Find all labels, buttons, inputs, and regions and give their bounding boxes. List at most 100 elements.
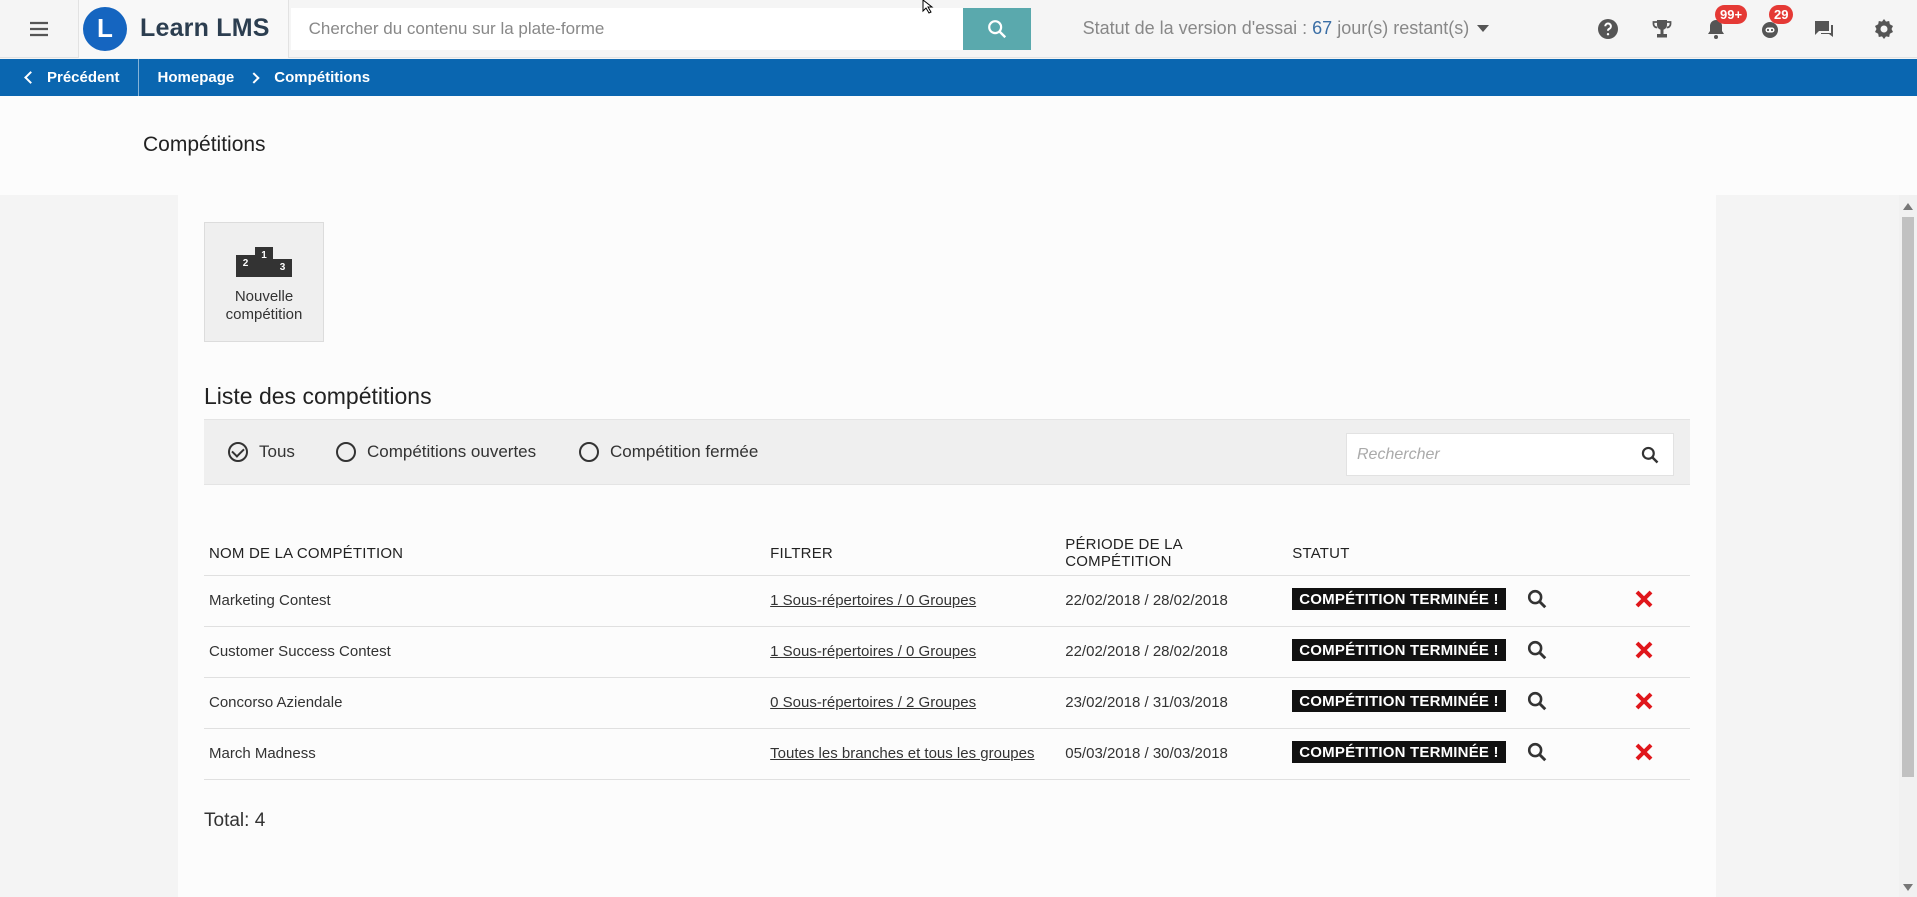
logo-mark: L <box>83 6 127 51</box>
delete-button[interactable] <box>1634 640 1654 664</box>
robot-messages-button[interactable]: 29 <box>1743 0 1797 58</box>
table-row: March Madness Toutes les branches et tou… <box>204 728 1690 780</box>
new-competition-label: Nouvelle compétition <box>205 288 323 324</box>
view-button[interactable] <box>1526 639 1548 665</box>
period-cell: 23/02/2018 / 31/03/2018 <box>1060 677 1288 729</box>
new-competition-label-line2: compétition <box>225 306 303 323</box>
list-search <box>1346 433 1674 476</box>
scroll-up-icon[interactable] <box>1903 203 1913 210</box>
help-button[interactable] <box>1581 0 1635 58</box>
chat-button[interactable] <box>1797 0 1851 58</box>
svg-text:2: 2 <box>243 258 249 269</box>
robot-badge: 29 <box>1769 5 1794 24</box>
breadcrumb-current: Compétitions <box>274 69 371 86</box>
col-header-filter[interactable]: FILTRER <box>765 532 1061 576</box>
new-competition-label-line1: Nouvelle <box>234 288 294 305</box>
logo[interactable]: L Learn LMS <box>78 0 289 58</box>
trial-prefix: Statut de la version d'essai : <box>1082 18 1308 38</box>
table-row: Concorso Aziendale 0 Sous-répertoires / … <box>204 677 1690 729</box>
page-scrollbar[interactable] <box>1899 195 1917 897</box>
app-name: Learn LMS <box>140 14 270 42</box>
status-cell: COMPÉTITION TERMINÉE ! <box>1287 626 1553 678</box>
actions-cell <box>1552 728 1690 780</box>
trial-suffix: jour(s) restant(s) <box>1337 18 1470 38</box>
list-search-input[interactable] <box>1347 434 1627 475</box>
filter-cell: 0 Sous-répertoires / 2 Groupes <box>765 677 1061 729</box>
magnifier-icon <box>1527 640 1547 659</box>
delete-button[interactable] <box>1634 589 1654 613</box>
search-icon <box>987 19 1006 38</box>
filter-link[interactable]: 1 Sous-répertoires / 0 Groupes <box>770 643 976 660</box>
filter-closed-label: Compétition fermée <box>610 442 759 461</box>
status-badge: COMPÉTITION TERMINÉE ! <box>1292 741 1506 764</box>
menu-button[interactable] <box>0 0 78 58</box>
status-badge: COMPÉTITION TERMINÉE ! <box>1292 588 1506 611</box>
total-value: 4 <box>254 810 266 831</box>
col-header-actions <box>1552 532 1690 576</box>
global-search-button[interactable] <box>962 7 1031 50</box>
competition-name: Concorso Aziendale <box>204 677 766 729</box>
view-button[interactable] <box>1526 588 1548 614</box>
table-row: Marketing Contest 1 Sous-répertoires / 0… <box>204 575 1690 627</box>
view-button[interactable] <box>1526 741 1548 767</box>
back-button[interactable]: Précédent <box>0 59 139 96</box>
gear-icon <box>1875 19 1893 39</box>
settings-button[interactable] <box>1851 0 1917 58</box>
global-search-input[interactable] <box>290 7 963 50</box>
top-header: L Learn LMS Statut de la version d'essai… <box>0 0 1917 58</box>
scroll-thumb[interactable] <box>1902 217 1914 777</box>
breadcrumb-home[interactable]: Homepage <box>139 69 235 86</box>
filter-link[interactable]: Toutes les branches et tous les groupes <box>770 745 1034 762</box>
title-band: Compétitions <box>0 96 1917 195</box>
chevron-left-icon <box>24 71 37 84</box>
close-icon <box>1635 641 1653 658</box>
trophy-button[interactable] <box>1635 0 1689 58</box>
period-cell: 05/03/2018 / 30/03/2018 <box>1060 728 1288 780</box>
delete-button[interactable] <box>1634 691 1654 715</box>
actions-cell <box>1552 626 1690 678</box>
magnifier-icon <box>1527 742 1547 761</box>
col-header-status[interactable]: STATUT <box>1287 532 1553 576</box>
scroll-down-icon[interactable] <box>1903 884 1913 891</box>
filter-open-label: Compétitions ouvertes <box>367 442 537 461</box>
filter-closed-radio[interactable]: Compétition fermée <box>579 442 758 462</box>
competition-name: Customer Success Contest <box>204 626 766 678</box>
hamburger-icon <box>30 21 48 36</box>
new-competition-button[interactable]: 1 2 3 Nouvelle compétition <box>204 222 324 342</box>
status-cell: COMPÉTITION TERMINÉE ! <box>1287 677 1553 729</box>
view-button[interactable] <box>1526 690 1548 716</box>
global-search <box>290 7 1031 50</box>
table-header-row: NOM DE LA COMPÉTITION FILTRER PÉRIODE DE… <box>204 532 1690 576</box>
notifications-button[interactable]: 99+ <box>1689 0 1748 58</box>
status-cell: COMPÉTITION TERMINÉE ! <box>1287 728 1553 780</box>
breadcrumb: Précédent Homepage Compétitions <box>0 59 1917 96</box>
filter-all-radio[interactable]: Tous <box>228 442 295 462</box>
svg-text:3: 3 <box>280 262 286 273</box>
competition-name: March Madness <box>204 728 766 780</box>
total-label: Total: <box>204 810 250 831</box>
total-count: Total: 4 <box>204 810 265 832</box>
close-icon <box>1635 590 1653 607</box>
list-search-button[interactable] <box>1627 445 1673 465</box>
competitions-table: NOM DE LA COMPÉTITION FILTRER PÉRIODE DE… <box>204 532 1690 780</box>
trial-status-dropdown[interactable]: Statut de la version d'essai : 67 jour(s… <box>1083 18 1490 39</box>
filter-open-radio[interactable]: Compétitions ouvertes <box>336 442 536 462</box>
search-icon <box>1641 446 1659 463</box>
svg-text:1: 1 <box>261 250 267 261</box>
radio-checked-icon <box>228 442 248 462</box>
trophy-icon <box>1652 20 1672 38</box>
filter-link[interactable]: 0 Sous-répertoires / 2 Groupes <box>770 694 976 711</box>
status-badge: COMPÉTITION TERMINÉE ! <box>1292 639 1506 662</box>
chat-icon <box>1815 21 1833 37</box>
caret-down-icon <box>1477 25 1490 32</box>
filter-link[interactable]: 1 Sous-répertoires / 0 Groupes <box>770 592 976 609</box>
col-header-name[interactable]: NOM DE LA COMPÉTITION <box>204 532 766 576</box>
filter-all-label: Tous <box>259 442 295 461</box>
help-icon <box>1598 19 1618 39</box>
table-row: Customer Success Contest 1 Sous-répertoi… <box>204 626 1690 678</box>
magnifier-icon <box>1527 589 1547 608</box>
radio-unchecked-icon <box>336 442 356 462</box>
delete-button[interactable] <box>1634 742 1654 766</box>
col-header-period[interactable]: PÉRIODE DE LA COMPÉTITION <box>1060 532 1288 576</box>
mouse-cursor-icon <box>922 0 934 14</box>
